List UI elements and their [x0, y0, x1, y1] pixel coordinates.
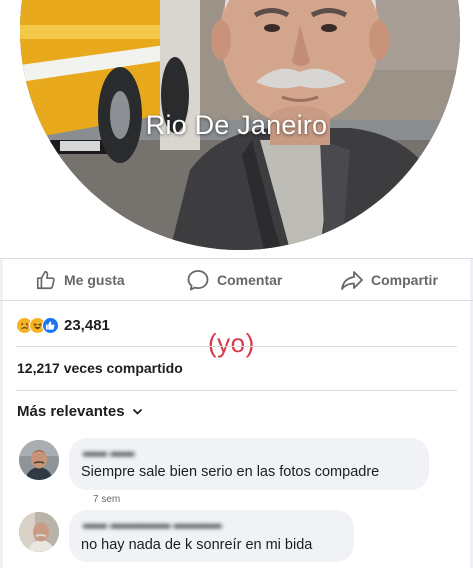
share-label: Compartir [371, 272, 438, 288]
comment-bubble: ▬▬ ▬▬ Siempre sale bien serio en las fot… [69, 438, 429, 490]
reaction-count: 23,481 [64, 316, 110, 334]
divider-actions [0, 300, 473, 301]
comment-text: Siempre sale bien serio en las fotos com… [81, 464, 380, 480]
post-action-bar: Me gusta Comentar Compartir [0, 260, 473, 300]
commenter-avatar[interactable] [19, 440, 59, 480]
comment-text: no hay nada de k sonreír en mi bida [81, 537, 313, 553]
share-button[interactable]: Compartir [340, 267, 438, 293]
comment-bubble-icon [187, 270, 209, 291]
like-label: Me gusta [64, 272, 125, 288]
commenter-name-blurred: ▬▬ ▬▬ [83, 445, 135, 459]
photo-caption: Rio De Janeiro [145, 110, 328, 140]
comment-sort-dropdown[interactable]: Más relevantes [17, 403, 143, 420]
divider-top [0, 258, 473, 259]
chevron-down-icon [132, 408, 142, 415]
divider-shares [16, 390, 457, 391]
profile-photo-area[interactable]: Rio De Janeiro [0, 0, 473, 258]
share-count[interactable]: 12,217 veces compartido [17, 360, 183, 376]
commenter-name-blurred: ▬▬ ▬▬▬▬▬ ▬▬▬▬ [83, 517, 222, 531]
comment-sort-label: Más relevantes [17, 403, 125, 420]
share-arrow-icon [341, 271, 363, 290]
like-reaction-icon [42, 316, 59, 334]
comment-bubble: ▬▬ ▬▬▬▬▬ ▬▬▬▬ no hay nada de k sonreír e… [69, 510, 354, 562]
comment-button[interactable]: Comentar [186, 267, 282, 293]
thumbs-up-icon [36, 270, 55, 290]
like-button[interactable]: Me gusta [35, 267, 125, 293]
commenter-avatar[interactable] [19, 512, 59, 552]
comment-timestamp: 7 sem [93, 494, 121, 505]
comment-label: Comentar [217, 272, 283, 288]
annotation-text: (yo) [208, 328, 255, 358]
divider-reactions [16, 346, 457, 347]
reactions-summary[interactable]: 23,481 [16, 314, 110, 336]
